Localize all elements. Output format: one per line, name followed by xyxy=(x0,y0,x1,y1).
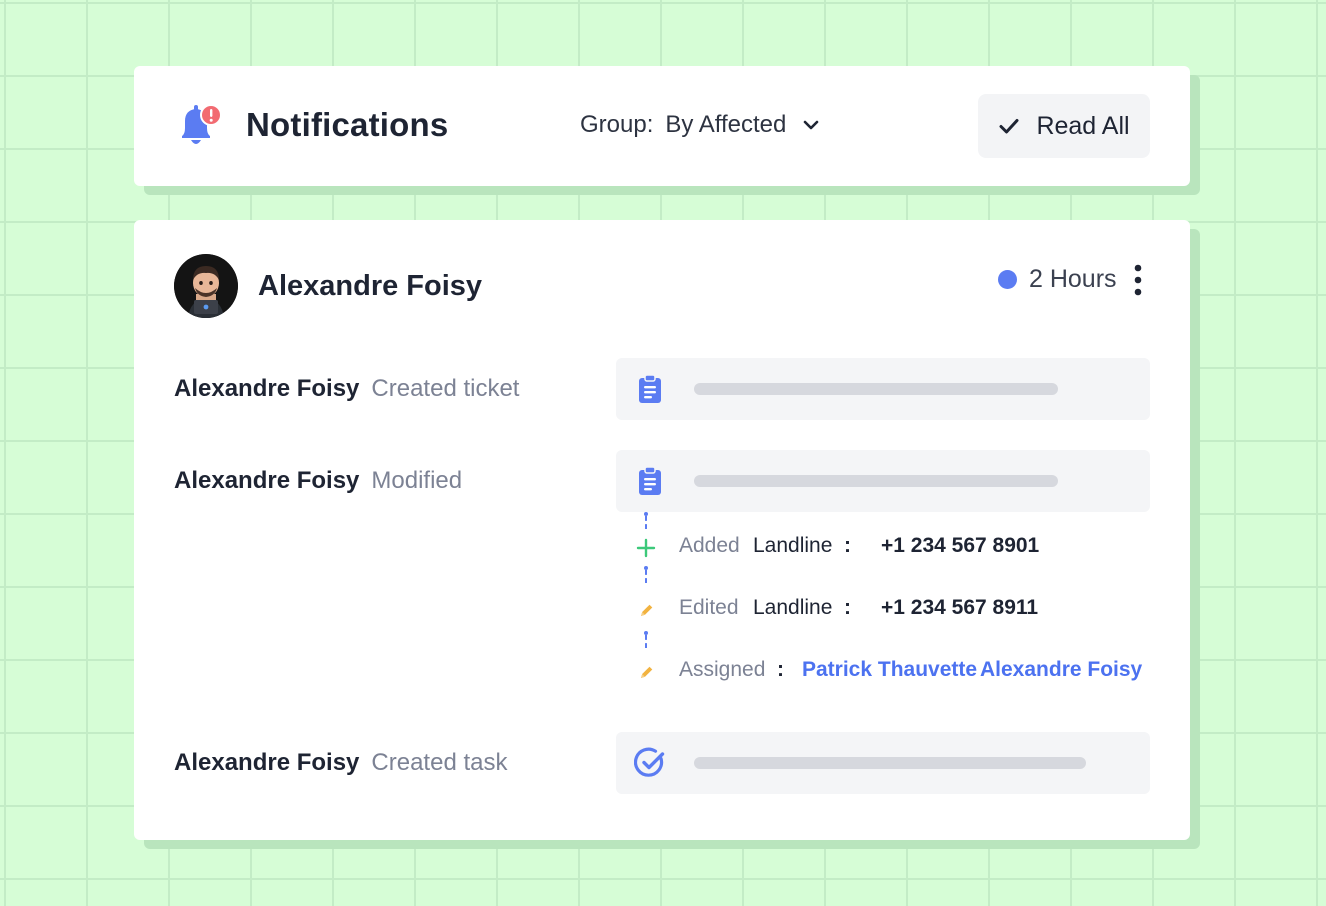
placeholder-bar xyxy=(694,757,1086,769)
ticket-preview[interactable] xyxy=(616,450,1150,512)
timeline-connector xyxy=(645,516,648,529)
chevron-down-icon xyxy=(804,120,819,130)
group-value: By Affected xyxy=(665,111,787,138)
change-field: Landline xyxy=(753,596,833,619)
page-title: Notifications xyxy=(246,106,449,143)
avatar[interactable] xyxy=(174,254,238,318)
assignee-link[interactable]: Alexandre Foisy xyxy=(980,658,1142,682)
more-options-icon[interactable] xyxy=(1130,264,1146,296)
change-verb: Added xyxy=(679,534,740,557)
group-by-dropdown[interactable]: Group: By Affected xyxy=(580,111,820,139)
notifications-header: Notifications Group: By Affected Read Al… xyxy=(134,66,1190,186)
ticket-preview[interactable] xyxy=(616,358,1150,420)
placeholder-bar xyxy=(694,475,1058,487)
activity-row: Alexandre Foisy Modified xyxy=(174,467,462,495)
change-row: Added Landline : +1 234 567 8901 xyxy=(634,534,1154,564)
assignee-link[interactable]: Patrick Thauvette xyxy=(802,658,977,682)
placeholder-bar xyxy=(694,383,1058,395)
bell-alert-icon[interactable] xyxy=(174,104,224,150)
timeline-connector xyxy=(645,570,648,583)
activity-row: Alexandre Foisy Created task xyxy=(174,749,507,777)
check-circle-icon xyxy=(634,747,665,777)
timeline-connector xyxy=(645,635,648,648)
plus-icon xyxy=(636,538,656,558)
change-colon: : xyxy=(777,658,784,681)
activity-action: Created task xyxy=(371,749,508,776)
activity-action: Modified xyxy=(371,467,463,494)
change-colon: : xyxy=(844,534,851,557)
change-value: +1 234 567 8901 xyxy=(881,534,1040,557)
notification-user-name[interactable]: Alexandre Foisy xyxy=(258,270,482,303)
activity-user[interactable]: Alexandre Foisy xyxy=(174,375,359,402)
change-verb: Edited xyxy=(679,596,739,619)
notification-card: Alexandre Foisy 2 Hours Alexandre Foisy C… xyxy=(134,220,1190,840)
change-row: Assigned : Patrick Thauvette Alexandre F… xyxy=(634,658,1154,688)
group-label: Group: xyxy=(580,111,654,138)
change-field: Landline xyxy=(753,534,833,557)
checkmark-icon xyxy=(999,119,1019,134)
change-value: +1 234 567 8911 xyxy=(881,596,1039,619)
time-label: 2 Hours xyxy=(1029,265,1117,293)
activity-user[interactable]: Alexandre Foisy xyxy=(174,749,359,776)
read-all-button[interactable]: Read All xyxy=(978,94,1150,158)
change-colon: : xyxy=(844,596,851,619)
change-row: Edited Landline : +1 234 567 8911 xyxy=(634,596,1154,626)
pencil-icon xyxy=(641,604,653,616)
unread-dot xyxy=(998,270,1017,289)
read-all-label: Read All xyxy=(1036,111,1130,140)
activity-action: Created ticket xyxy=(371,375,520,402)
notification-time: 2 Hours xyxy=(998,265,1117,294)
change-verb: Assigned xyxy=(679,658,766,681)
task-preview[interactable] xyxy=(616,732,1150,794)
clipboard-icon xyxy=(639,374,661,403)
activity-row: Alexandre Foisy Created ticket xyxy=(174,375,519,403)
clipboard-icon xyxy=(639,466,661,495)
pencil-icon xyxy=(641,666,653,678)
activity-user[interactable]: Alexandre Foisy xyxy=(174,467,359,494)
